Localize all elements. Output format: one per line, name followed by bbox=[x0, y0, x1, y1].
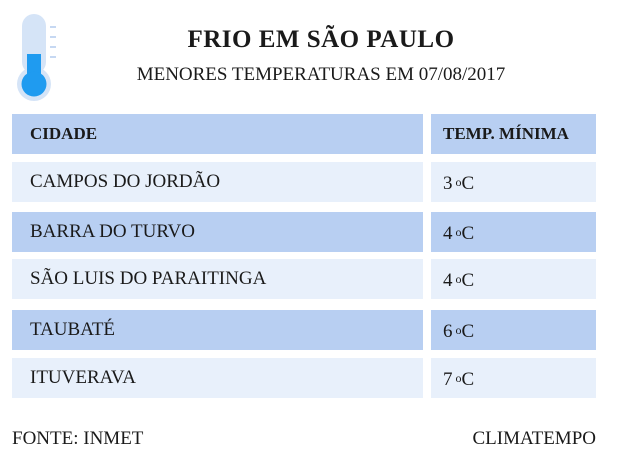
credit-label: CLIMATEMPO bbox=[472, 428, 596, 449]
page-subtitle: MENORES TEMPERATURAS EM 07/08/2017 bbox=[136, 64, 506, 85]
column-header-city: CIDADE bbox=[12, 114, 423, 154]
city-cell: TAUBATÉ bbox=[12, 310, 423, 350]
temp-cell: 6 oC bbox=[431, 310, 596, 350]
city-cell: SÃO LUIS DO PARAITINGA bbox=[12, 259, 423, 299]
city-cell: BARRA DO TURVO bbox=[12, 212, 423, 252]
temp-cell: 3 oC bbox=[431, 162, 596, 202]
city-cell: CAMPOS DO JORDÃO bbox=[12, 162, 423, 202]
city-cell: ITUVERAVA bbox=[12, 358, 423, 398]
table-row: BARRA DO TURVO 4 oC bbox=[12, 212, 596, 252]
temp-cell: 7 oC bbox=[431, 358, 596, 398]
table-row: TAUBATÉ 6 oC bbox=[12, 310, 596, 350]
table-row: ITUVERAVA 7 oC bbox=[12, 358, 596, 398]
table-header: CIDADE TEMP. MÍNIMA bbox=[12, 114, 596, 154]
temp-cell: 4 oC bbox=[431, 212, 596, 252]
temp-cell: 4 oC bbox=[431, 259, 596, 299]
table-row: SÃO LUIS DO PARAITINGA 4 oC bbox=[12, 259, 596, 299]
table-row: CAMPOS DO JORDÃO 3 oC bbox=[12, 162, 596, 202]
column-header-temp: TEMP. MÍNIMA bbox=[431, 114, 596, 154]
source-label: FONTE: INMET bbox=[12, 428, 144, 449]
page-title: FRIO EM SÃO PAULO bbox=[187, 26, 455, 53]
